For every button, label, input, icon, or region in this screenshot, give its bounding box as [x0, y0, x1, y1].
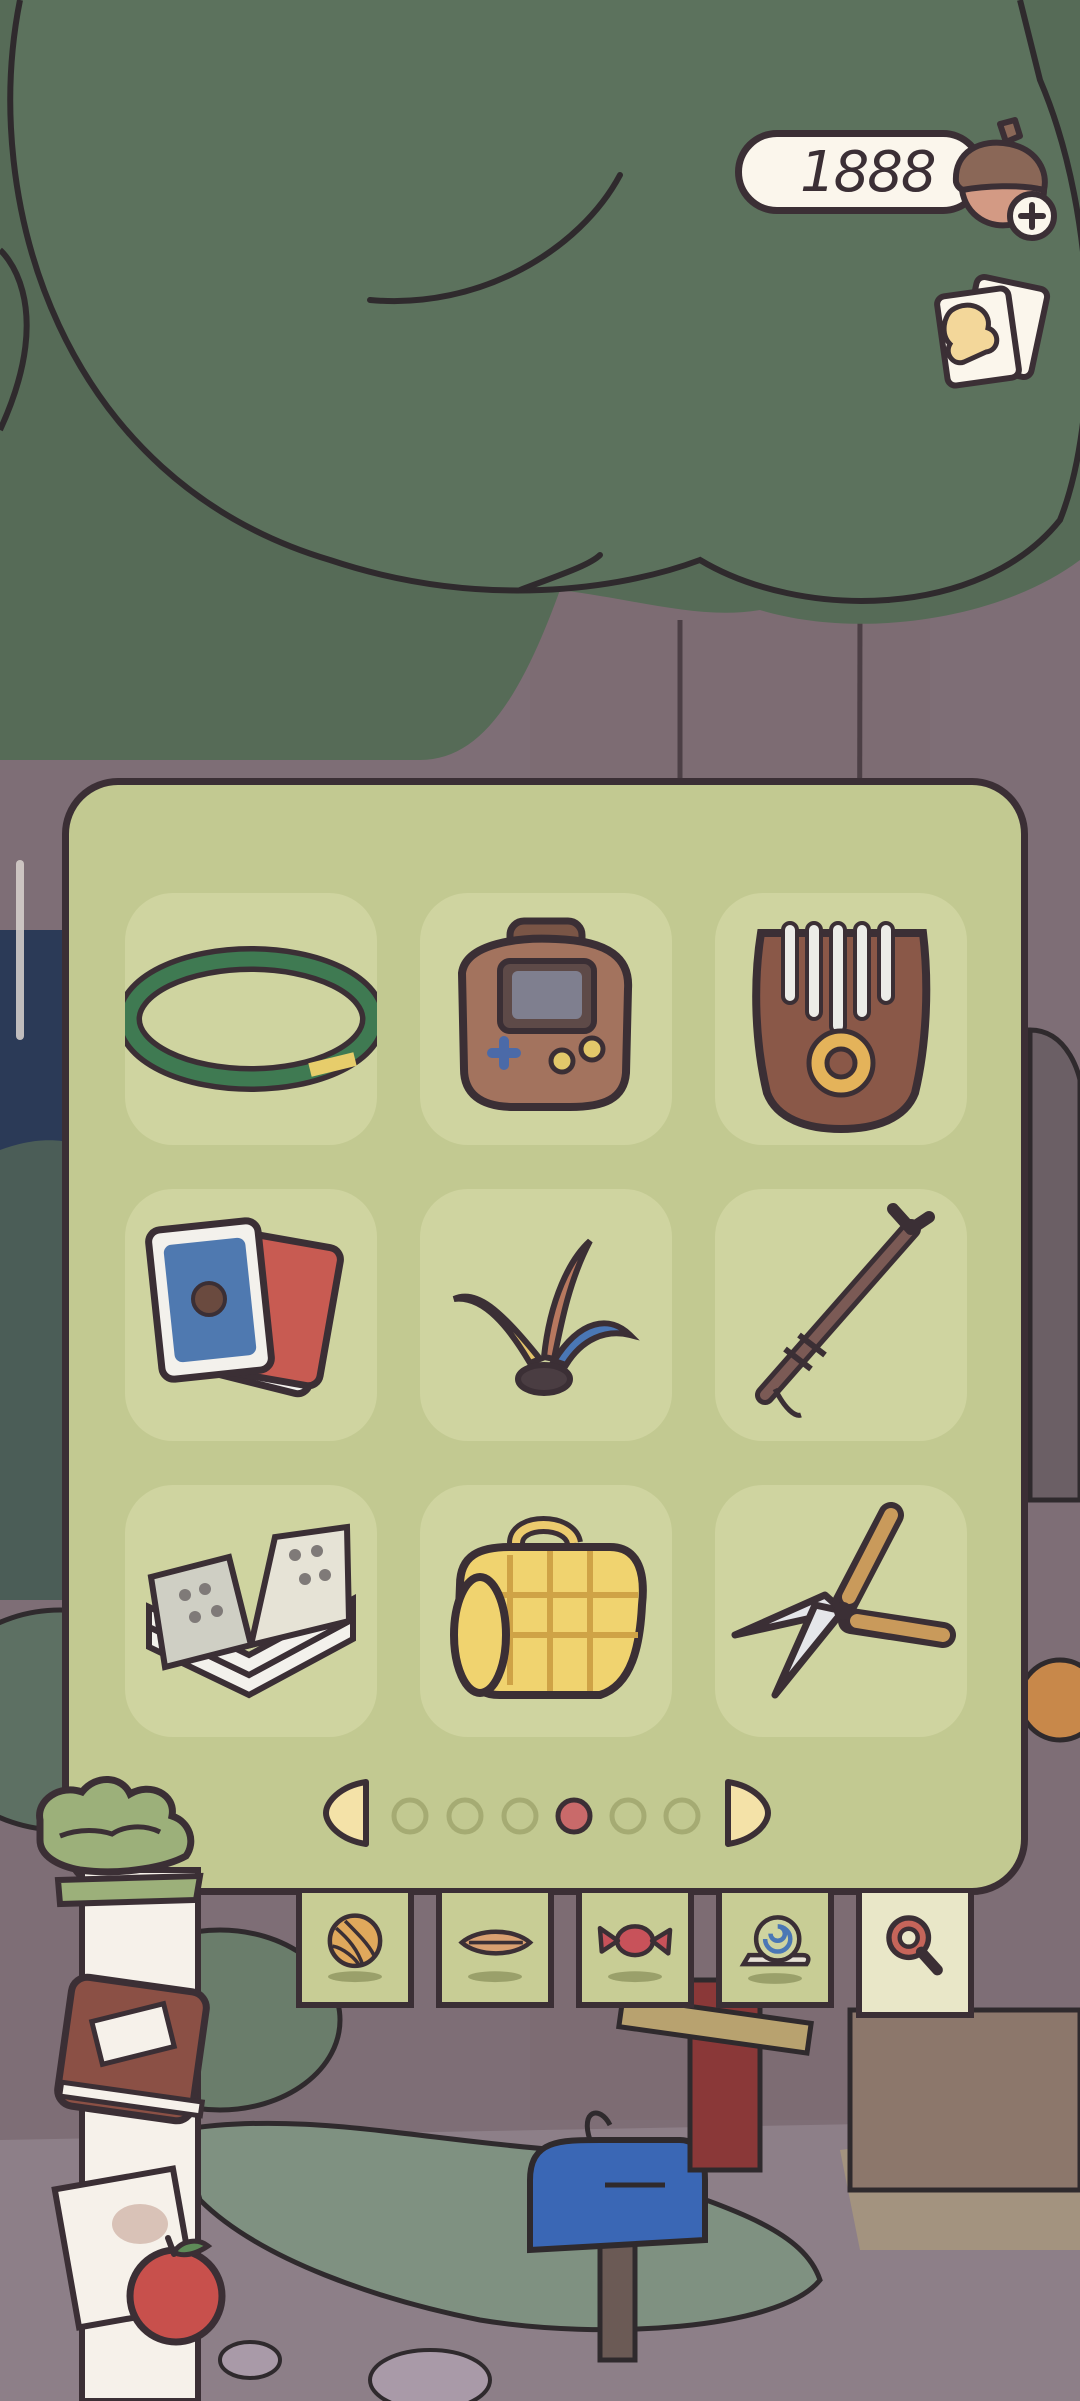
page-dot-2[interactable] — [446, 1797, 484, 1835]
page-dot-3[interactable] — [501, 1797, 539, 1835]
snail-icon — [739, 1915, 811, 1984]
feather-icon — [452, 1238, 640, 1396]
item-slot-hedge-shears[interactable] — [715, 1485, 967, 1737]
slingshot-icon — [755, 1203, 935, 1418]
cards-icon — [145, 1217, 344, 1398]
plus-icon — [1007, 191, 1057, 241]
cards-button[interactable] — [930, 270, 1055, 390]
item-slot-kalimba[interactable] — [715, 893, 967, 1145]
scroll-indicator[interactable] — [16, 860, 24, 1040]
cards-icon — [934, 273, 1051, 389]
kalimba-icon — [752, 921, 931, 1134]
magnifier-icon — [886, 1915, 943, 1976]
next-page-button[interactable] — [725, 1779, 771, 1847]
tab-leaf[interactable] — [436, 1893, 554, 2008]
item-slot-picnic-blanket[interactable] — [420, 1485, 672, 1737]
book-icon — [146, 1523, 356, 1699]
blanket-icon — [450, 1516, 647, 1699]
tab-magnifier[interactable] — [856, 1893, 974, 2018]
acorn-add-button[interactable] — [940, 112, 1065, 242]
journal-icon[interactable] — [54, 1973, 210, 2125]
item-slot-feather-toy[interactable] — [420, 1189, 672, 1441]
item-slot-handheld-game[interactable] — [420, 893, 672, 1145]
prev-page-button[interactable] — [323, 1779, 369, 1847]
yarn-icon — [327, 1913, 383, 1983]
page-dot-4-active[interactable] — [555, 1797, 593, 1835]
page-dot-6[interactable] — [663, 1797, 701, 1835]
item-slot-playing-cards[interactable] — [125, 1189, 377, 1441]
leaf-menu-icon[interactable] — [36, 1776, 204, 1908]
tab-candy[interactable] — [576, 1893, 694, 2008]
game-console-icon — [457, 917, 633, 1111]
item-slot-slingshot[interactable] — [715, 1189, 967, 1441]
leaf-icon — [458, 1929, 534, 1983]
sidebar — [36, 1776, 226, 2401]
candy-icon — [597, 1924, 673, 1983]
page-dot-1[interactable] — [391, 1797, 429, 1835]
shears-icon — [731, 1502, 956, 1699]
tab-snail[interactable] — [716, 1893, 834, 2008]
page-dot-5[interactable] — [609, 1797, 647, 1835]
tab-yarn[interactable] — [296, 1893, 414, 2008]
item-slot-notebook[interactable] — [125, 1485, 377, 1737]
currency-amount: 1888 — [800, 139, 937, 205]
item-slot-hula-hoop[interactable] — [125, 893, 377, 1145]
ring-icon — [125, 946, 377, 1092]
